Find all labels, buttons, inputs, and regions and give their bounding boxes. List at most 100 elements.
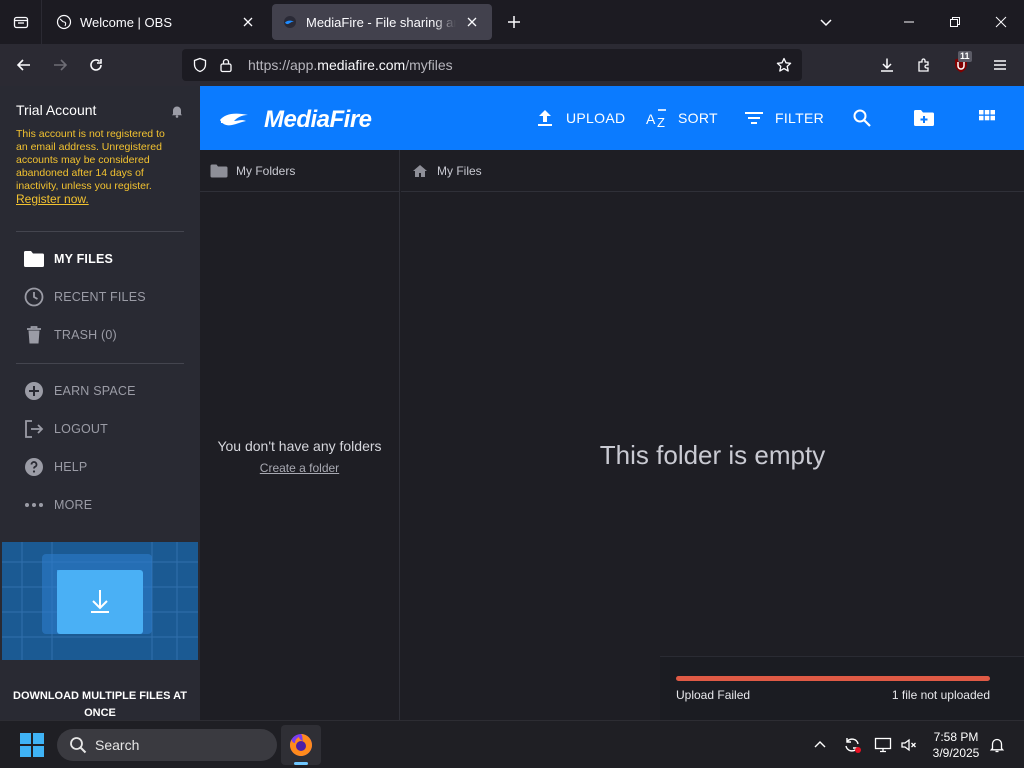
browser-tab-bar: Welcome | OBS MediaFire - File sharing a… (0, 0, 1024, 44)
search-icon (69, 736, 89, 754)
sidebar-item-label: MY FILES (54, 252, 114, 266)
lock-icon[interactable] (214, 57, 238, 73)
account-warning: This account is not registered to an ema… (16, 128, 178, 207)
forward-button[interactable] (45, 50, 75, 80)
notification-bell-icon[interactable] (170, 104, 184, 123)
tab-obs[interactable]: Welcome | OBS (46, 4, 268, 40)
reload-icon (90, 59, 102, 71)
sidebar-item-label: RECENT FILES (54, 290, 146, 304)
sidebar-item-my-files[interactable]: MY FILES (22, 246, 113, 272)
grid-view-icon (976, 107, 998, 129)
close-tab-icon[interactable] (462, 12, 482, 32)
account-warning-text: This account is not registered to an ema… (16, 128, 165, 192)
display-icon (874, 737, 892, 753)
breadcrumb-my-files[interactable]: My Files (437, 164, 482, 178)
windows-logo-icon (33, 746, 44, 757)
taskbar-clock[interactable]: 7:58 PM 3/9/2025 (924, 729, 988, 761)
volume-tray-icon[interactable] (897, 733, 921, 757)
filter-icon (743, 107, 765, 129)
app-menu-button[interactable] (985, 50, 1015, 80)
puzzle-icon (918, 58, 929, 72)
close-window-button[interactable] (978, 0, 1024, 44)
list-all-tabs-button[interactable] (803, 0, 849, 44)
sidebar-divider (16, 231, 184, 232)
mediafire-header: MediaFire UPLOAD AZ SORT FILTER (200, 86, 1024, 150)
create-folder-link[interactable]: Create a folder (200, 461, 399, 475)
mediafire-favicon-icon (282, 14, 298, 30)
close-icon (995, 16, 1007, 28)
plus-circle-icon (22, 379, 46, 403)
search-icon (851, 107, 873, 129)
windows-logo-icon (20, 733, 31, 744)
no-folders-message: You don't have any folders (217, 438, 382, 454)
register-link[interactable]: Register now. (16, 192, 89, 206)
sidebar-divider (16, 363, 184, 364)
tab-title: MediaFire - File sharing and sto (306, 14, 456, 30)
globe-icon (56, 14, 72, 30)
sidebar-item-label: EARN SPACE (54, 384, 136, 398)
new-folder-button[interactable] (913, 104, 945, 132)
sidebar-item-label: HELP (54, 460, 88, 474)
taskbar-search[interactable]: Search (57, 729, 277, 761)
tab-mediafire[interactable]: MediaFire - File sharing and sto (272, 4, 492, 40)
svg-text:Z: Z (657, 115, 665, 128)
bookmark-star-icon[interactable] (772, 53, 796, 77)
url-prefix: https://app. (248, 57, 318, 73)
upload-progress-bar (676, 676, 990, 681)
sidebar-item-trash[interactable]: TRASH (0) (22, 322, 117, 348)
sidebar-item-recent-files[interactable]: RECENT FILES (22, 284, 146, 310)
folders-panel-header: My Folders (200, 150, 399, 192)
promo-illustration[interactable] (2, 542, 198, 660)
sidebar-item-help[interactable]: HELP (22, 454, 87, 480)
upload-button[interactable]: UPLOAD (534, 104, 625, 132)
sidebar-item-more[interactable]: MORE (22, 492, 92, 518)
notifications-button[interactable] (985, 733, 1009, 757)
reload-button[interactable] (81, 50, 111, 80)
address-bar[interactable]: https://app.mediafire.com/myfiles (182, 49, 802, 81)
sidebar-item-logout[interactable]: LOGOUT (22, 416, 108, 442)
windows-start-button[interactable] (20, 733, 44, 757)
minimize-icon (904, 21, 914, 23)
folder-icon (22, 247, 46, 271)
tab-list-icon (13, 16, 28, 29)
back-button[interactable] (9, 50, 39, 80)
url-path: /myfiles (405, 57, 453, 73)
restore-button[interactable] (932, 0, 978, 44)
arrow-right-icon (54, 59, 68, 71)
sidebar-item-label: TRASH (0) (54, 328, 117, 342)
taskbar-firefox[interactable] (281, 725, 321, 765)
sync-tray-icon[interactable] (840, 733, 864, 757)
filter-button[interactable]: FILTER (743, 104, 824, 132)
sort-button[interactable]: AZ SORT (646, 104, 718, 132)
upload-count-text: 1 file not uploaded (891, 688, 990, 702)
trash-icon (22, 323, 46, 347)
hamburger-menu-icon (994, 60, 1006, 70)
close-tab-icon[interactable] (238, 12, 258, 32)
tab-title: Welcome | OBS (80, 14, 172, 30)
url-host: mediafire.com (317, 57, 406, 73)
tab-list-button[interactable] (0, 0, 42, 44)
clock-time: 7:58 PM (933, 730, 979, 744)
upload-status-text: Upload Failed (676, 688, 751, 702)
home-icon[interactable] (412, 164, 428, 178)
show-hidden-icons-button[interactable] (808, 733, 832, 757)
search-button[interactable] (851, 104, 883, 132)
promo-text[interactable]: DOWNLOAD MULTIPLE FILES AT ONCE (0, 688, 200, 722)
chevron-down-icon (820, 19, 832, 27)
svg-text:A: A (646, 111, 656, 127)
network-tray-icon[interactable] (871, 733, 895, 757)
downloads-button[interactable] (872, 50, 902, 80)
mediafire-logo[interactable]: MediaFire (218, 106, 372, 134)
tracking-protection-icon[interactable] (186, 57, 214, 73)
sync-icon (845, 738, 861, 753)
clock-date: 3/9/2025 (932, 746, 980, 760)
browser-navigation-bar: https://app.mediafire.com/myfiles 11 (0, 44, 1024, 86)
minimize-button[interactable] (886, 0, 932, 44)
chevron-up-icon (814, 741, 826, 748)
grid-view-button[interactable] (976, 104, 1008, 132)
new-tab-button[interactable] (502, 10, 526, 34)
sidebar-item-earn-space[interactable]: EARN SPACE (22, 378, 136, 404)
extensions-button[interactable] (909, 50, 939, 80)
breadcrumb: My Files (401, 150, 1024, 192)
upload-status-panel[interactable]: Upload Failed 1 file not uploaded (660, 656, 1024, 720)
